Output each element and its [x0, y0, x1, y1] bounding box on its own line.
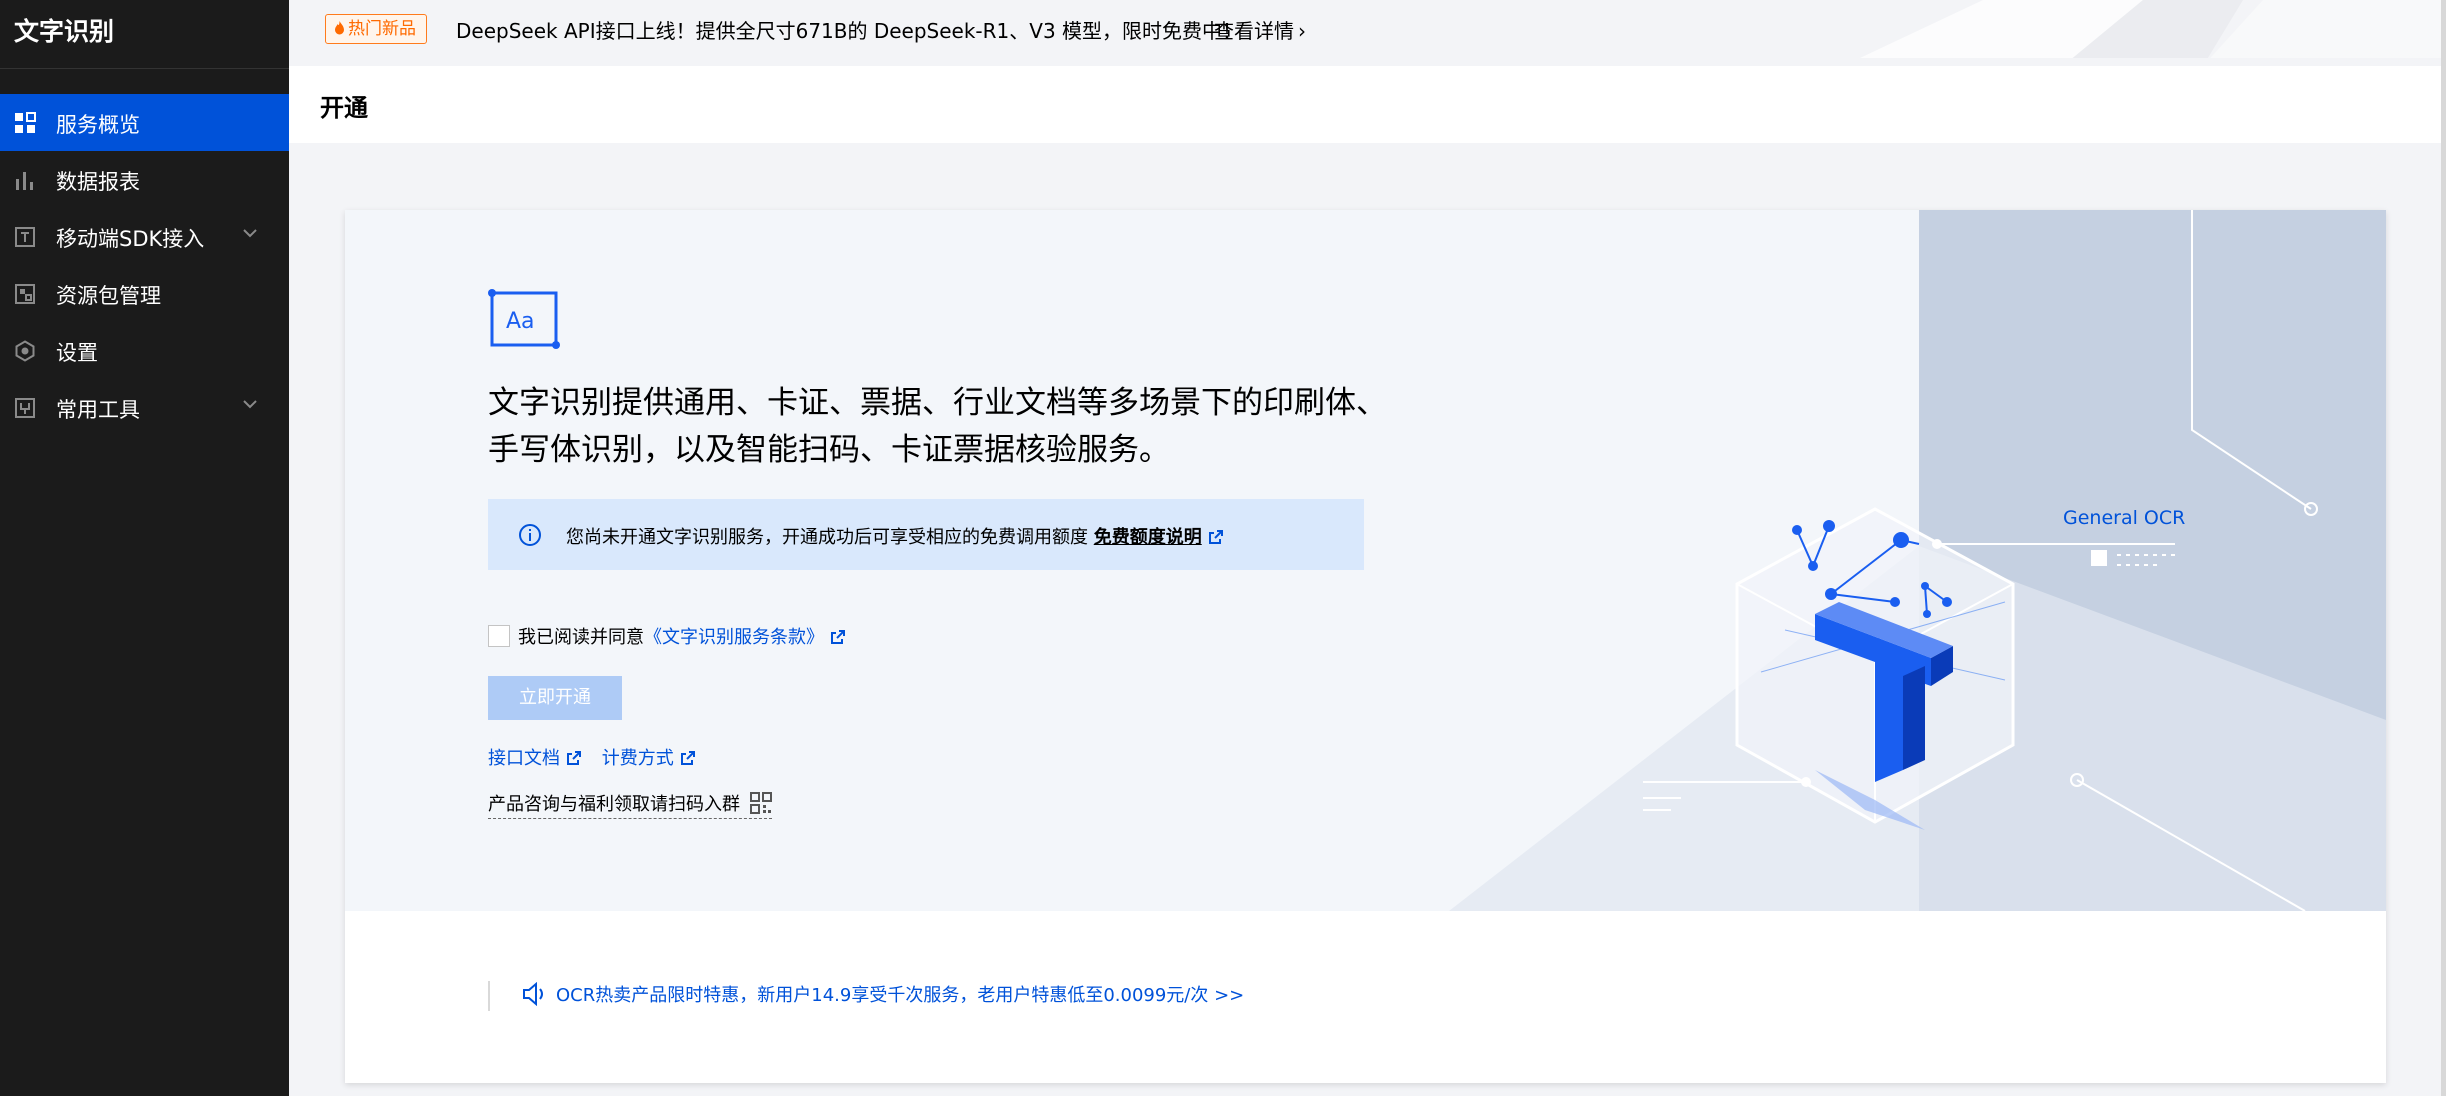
activation-notice: 您尚未开通文字识别服务，开通成功后可享受相应的免费调用额度 免费额度说明: [488, 499, 1364, 570]
consult-text: 产品咨询与福利领取请扫码入群: [488, 794, 740, 815]
chevron-right-icon: ›: [1298, 19, 1306, 43]
activation-notice-text: 您尚未开通文字识别服务，开通成功后可享受相应的免费调用额度: [566, 527, 1088, 548]
pricing-link[interactable]: 计费方式: [602, 748, 696, 769]
terms-link[interactable]: 《文字识别服务条款》: [644, 627, 846, 648]
tools-icon: [15, 398, 35, 418]
product-title: 文字识别: [14, 17, 115, 46]
announcement-text: DeepSeek API接口上线！提供全尺寸671B的 DeepSeek-R1、…: [456, 19, 1243, 43]
sidebar-item-label: 资源包管理: [56, 284, 161, 308]
announcement-details-link[interactable]: 查看详情 ›: [1214, 15, 1306, 44]
flame-icon: [335, 21, 344, 35]
chevron-down-icon: [243, 229, 257, 238]
sidebar-item-label: 数据报表: [56, 170, 140, 194]
terms-checkbox[interactable]: [488, 625, 510, 647]
package-icon: [15, 284, 35, 304]
service-description-line-2: 手写体识别，以及智能扫码、卡证票据核验服务。: [488, 432, 1170, 468]
sidebar-item-sdk[interactable]: 移动端SDK接入: [0, 208, 289, 265]
svg-text:Aa: Aa: [506, 309, 535, 334]
dashboard-icon: [15, 112, 36, 133]
settings-icon: [15, 340, 35, 362]
terms-agreement: 我已阅读并同意《文字识别服务条款》: [488, 623, 846, 649]
sidebar: 文字识别 服务概览 数据报表 移动端SDK接入 资源包管理 设置 常用工具: [0, 0, 289, 1096]
hero-section: Aa 文字识别提供通用、卡证、票据、行业文档等多场景下的印刷体、 手写体识别，以…: [345, 210, 2386, 911]
announcement-details-label: 查看详情: [1214, 19, 1294, 43]
info-icon: [519, 524, 541, 546]
pricing-link-label: 计费方式: [601, 748, 674, 769]
terms-link-label: 《文字识别服务条款》: [644, 627, 824, 648]
sidebar-item-packages[interactable]: 资源包管理: [0, 265, 289, 322]
terms-agreement-text: 我已阅读并同意: [518, 627, 644, 648]
bar-chart-icon: [16, 172, 33, 190]
external-link-icon: [567, 751, 581, 765]
external-link-icon: [1208, 530, 1223, 544]
sidebar-divider: [0, 68, 289, 69]
service-description: 文字识别提供通用、卡证、票据、行业文档等多场景下的印刷体、 手写体识别，以及智能…: [488, 380, 1388, 474]
hot-new-badge: 热门新品: [325, 14, 427, 44]
activation-notice-text-wrap: 您尚未开通文字识别服务，开通成功后可享受相应的免费调用额度 免费额度说明: [566, 523, 1224, 549]
api-docs-link[interactable]: 接口文档: [488, 748, 582, 769]
chevron-down-icon: [243, 400, 257, 409]
page-header: 开通: [289, 66, 2443, 143]
promo-text: OCR热卖产品限时特惠，新用户14.9享受千次服务，老用户特惠低至0.0099元…: [556, 985, 1245, 1006]
sidebar-item-overview[interactable]: 服务概览: [0, 94, 289, 151]
resource-links: 接口文档 计费方式: [488, 744, 696, 770]
hot-new-badge-label: 热门新品: [348, 19, 416, 39]
page-title: 开通: [320, 94, 368, 122]
sidebar-item-label: 设置: [56, 341, 98, 365]
sidebar-item-label: 移动端SDK接入: [56, 227, 205, 251]
api-docs-link-label: 接口文档: [488, 748, 560, 769]
service-description-line-1: 文字识别提供通用、卡证、票据、行业文档等多场景下的印刷体、: [488, 385, 1387, 421]
illustration-label: General OCR: [2063, 507, 2186, 529]
external-link-icon: [831, 630, 845, 644]
sidebar-item-label: 常用工具: [56, 398, 140, 422]
page-scrollbar[interactable]: [2441, 0, 2446, 1096]
sdk-icon: [15, 227, 35, 247]
sidebar-item-tools[interactable]: 常用工具: [0, 379, 289, 436]
activation-card: Aa 文字识别提供通用、卡证、票据、行业文档等多场景下的印刷体、 手写体识别，以…: [345, 210, 2386, 1083]
free-quota-link[interactable]: 免费额度说明: [1094, 527, 1224, 548]
external-link-icon: [680, 751, 695, 765]
qr-code-icon: [750, 792, 772, 814]
text-recognition-icon: Aa: [488, 289, 560, 349]
free-quota-link-label: 免费额度说明: [1093, 527, 1202, 548]
sidebar-item-settings[interactable]: 设置: [0, 322, 289, 379]
activate-button[interactable]: 立即开通: [488, 676, 622, 720]
sidebar-item-label: 服务概览: [56, 113, 140, 137]
sidebar-item-reports[interactable]: 数据报表: [0, 151, 289, 208]
promo-banner[interactable]: OCR热卖产品限时特惠，新用户14.9享受千次服务，老用户特惠低至0.0099元…: [488, 981, 1244, 1011]
consult-qr-entry[interactable]: 产品咨询与福利领取请扫码入群: [488, 790, 772, 819]
announcement-background-decoration: [1859, 0, 2443, 58]
announcement-bar: 热门新品 DeepSeek API接口上线！提供全尺寸671B的 DeepSee…: [289, 0, 2443, 58]
speaker-icon: [523, 982, 543, 1006]
